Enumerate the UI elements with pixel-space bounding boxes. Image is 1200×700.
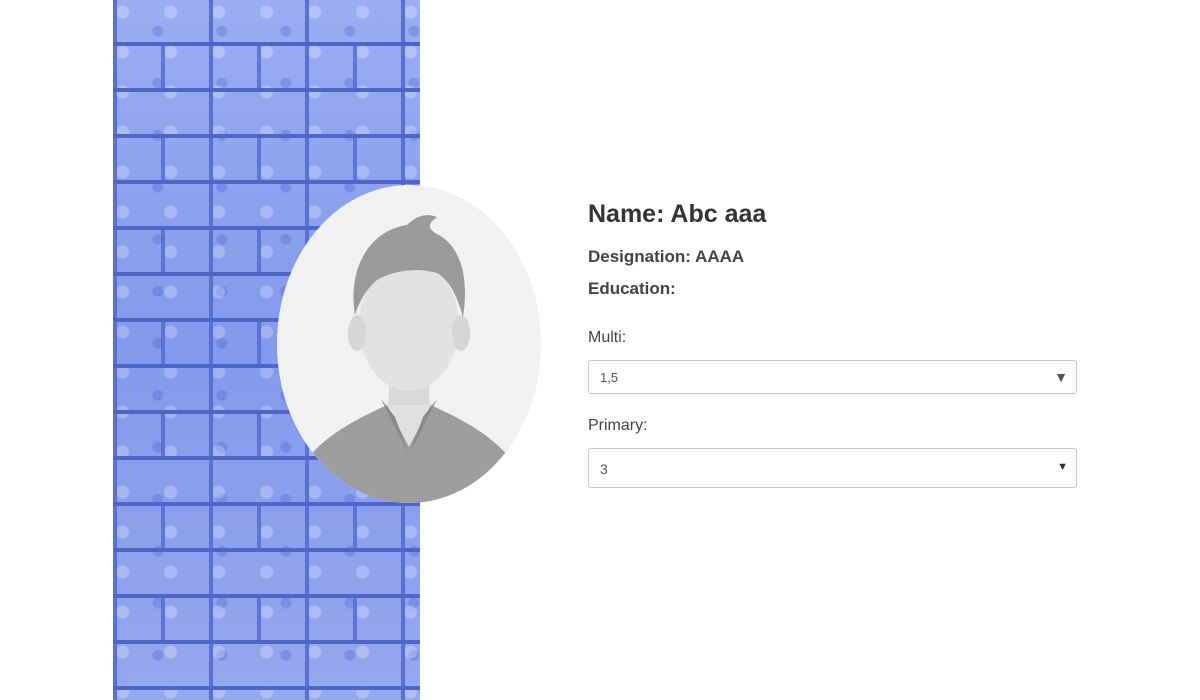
chevron-down-icon: ▼ bbox=[1054, 369, 1068, 385]
profile-info: Name: Abc aaa Designation: AAAA Educatio… bbox=[588, 198, 1079, 488]
multi-select[interactable]: 1,5 ▼ bbox=[588, 360, 1077, 394]
multi-select-value: 1,5 bbox=[600, 370, 619, 385]
primary-select-value: 3 bbox=[600, 461, 608, 477]
primary-label: Primary: bbox=[588, 417, 648, 434]
user-silhouette-icon bbox=[277, 185, 541, 503]
avatar bbox=[277, 185, 541, 503]
primary-select[interactable]: 3 ▼ bbox=[588, 448, 1077, 488]
multi-label: Multi: bbox=[588, 329, 627, 346]
profile-name: Name: Abc aaa bbox=[588, 200, 767, 228]
profile-designation: Designation: AAAA bbox=[588, 247, 745, 266]
profile-page: Name: Abc aaa Designation: AAAA Educatio… bbox=[0, 0, 1200, 700]
chevron-down-icon: ▼ bbox=[1057, 461, 1068, 473]
profile-education: Education: bbox=[588, 279, 676, 298]
